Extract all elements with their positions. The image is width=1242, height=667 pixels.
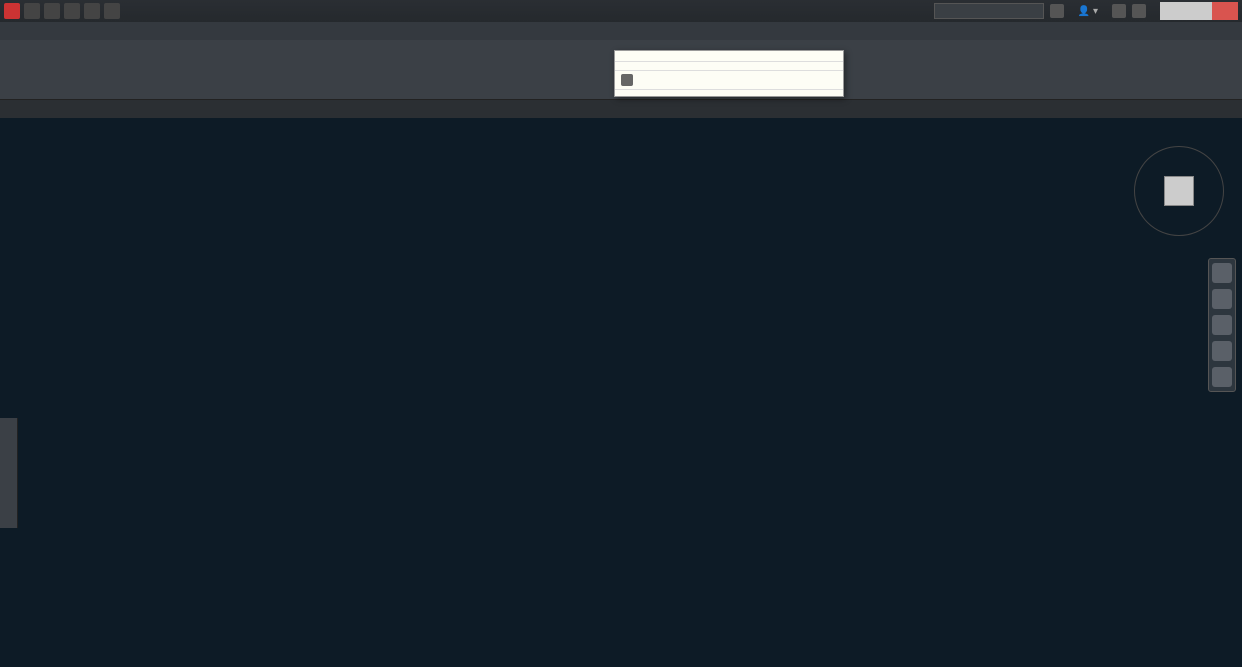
app-menu-icon[interactable] [4, 3, 20, 19]
quick-access-toolbar [4, 3, 120, 19]
navigation-bar [1208, 258, 1236, 392]
help-search-input[interactable] [934, 3, 1044, 19]
search-icon[interactable] [1050, 4, 1064, 18]
maximize-button[interactable] [1186, 2, 1212, 20]
viewcube-top-face[interactable] [1164, 176, 1194, 206]
ribbon-tabs [0, 22, 1242, 40]
viewcube[interactable] [1134, 146, 1224, 236]
titlebar: 👤 ▾ [0, 0, 1242, 22]
command-tooltip [614, 50, 844, 97]
document-tabs [0, 100, 1242, 118]
nav-orbit-icon[interactable] [1212, 341, 1232, 361]
qat-save-icon[interactable] [64, 3, 80, 19]
help-icon[interactable] [1132, 4, 1146, 18]
close-button[interactable] [1212, 2, 1238, 20]
nav-zoom-icon[interactable] [1212, 315, 1232, 335]
tooltip-command [615, 70, 843, 89]
minimize-button[interactable] [1160, 2, 1186, 20]
tooltip-detail [615, 61, 843, 70]
qat-new-icon[interactable] [24, 3, 40, 19]
qat-undo-icon[interactable] [84, 3, 100, 19]
command-icon [621, 74, 633, 86]
qat-redo-icon[interactable] [104, 3, 120, 19]
exchange-icon[interactable] [1112, 4, 1126, 18]
tooltip-help [615, 89, 843, 96]
qat-open-icon[interactable] [44, 3, 60, 19]
nav-wheel-icon[interactable] [1212, 263, 1232, 283]
infocenter-icons [1050, 4, 1064, 18]
window-buttons [1160, 2, 1238, 20]
drawing-svg [0, 136, 1242, 667]
nav-pan-icon[interactable] [1212, 289, 1232, 309]
titlebar-right-icons [1112, 4, 1146, 18]
nav-showmotion-icon[interactable] [1212, 367, 1232, 387]
drawing-canvas[interactable] [0, 118, 1242, 667]
signed-in-user[interactable]: 👤 ▾ [1078, 6, 1098, 17]
